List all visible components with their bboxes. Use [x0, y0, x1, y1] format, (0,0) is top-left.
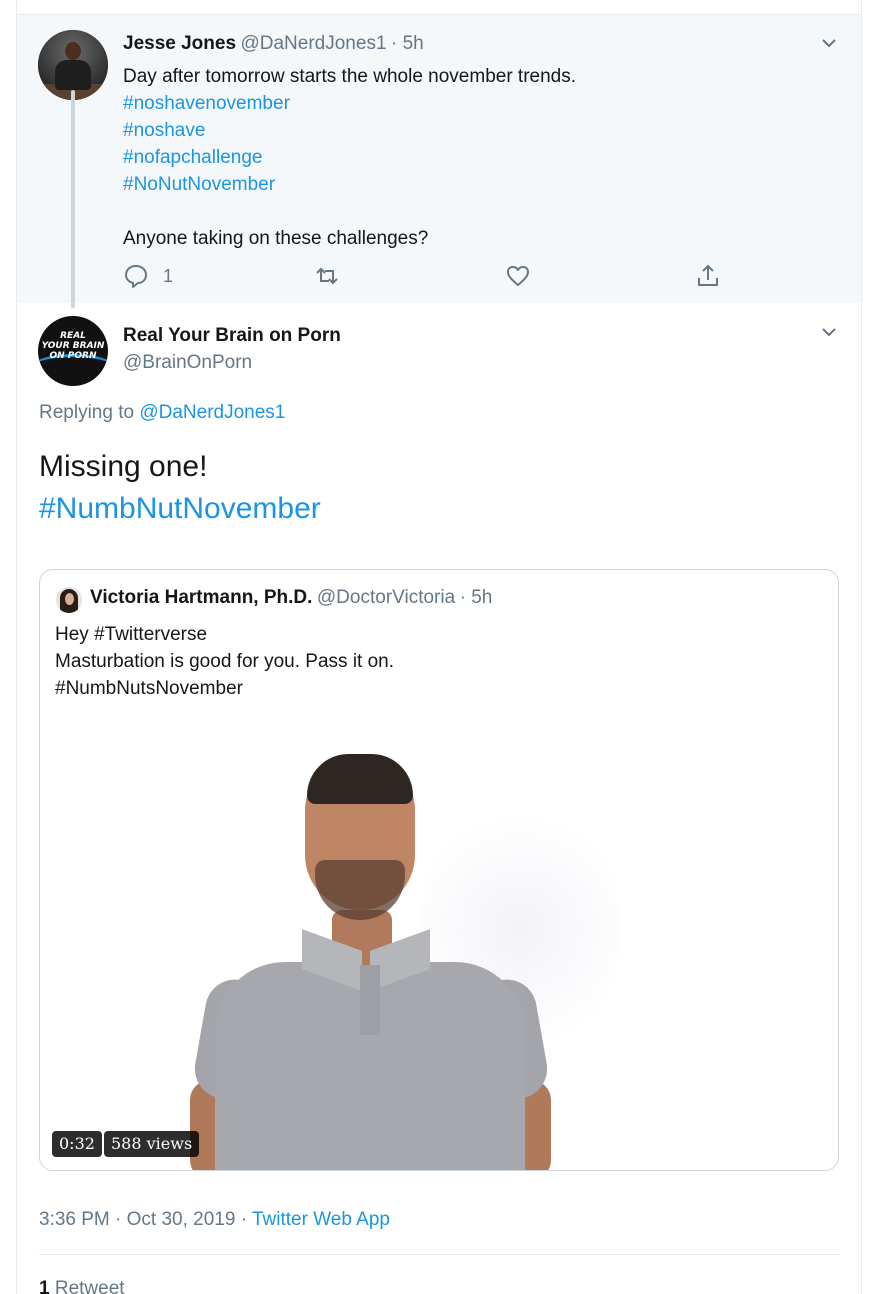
hashtag-link[interactable]: #noshavenovember: [123, 90, 576, 117]
tweet-time[interactable]: · 5h: [391, 33, 424, 54]
video-duration: 0:32: [52, 1131, 102, 1157]
tweet-text-line: Masturbation is good for you. Pass it on…: [55, 651, 395, 672]
video-player[interactable]: 0:32 588 views: [40, 710, 838, 1170]
like-icon: [505, 263, 531, 289]
thread-line: [71, 90, 75, 308]
retweet-label: Retweet: [54, 1278, 125, 1294]
timestamp-text[interactable]: 3:36 PM · Oct 30, 2019 ·: [39, 1209, 252, 1230]
reply-count: 1: [163, 265, 174, 286]
tweet-text-line: [123, 198, 576, 225]
reply-button[interactable]: 1: [123, 263, 173, 289]
quoted-tweet[interactable]: Victoria Hartmann, Ph.D. @DoctorVictoria…: [39, 569, 839, 1171]
tweet-detail-column: Jesse Jones @DaNerdJones1 · 5h Day after…: [16, 0, 862, 1294]
like-button[interactable]: [505, 263, 531, 289]
retweet-icon: [313, 263, 341, 289]
tweet-text-line: Anyone taking on these challenges?: [123, 228, 429, 249]
video-views: 588 views: [104, 1131, 200, 1157]
tweet-body: Day after tomorrow starts the whole nove…: [123, 63, 576, 252]
replying-to: Replying to @DaNerdJones1: [39, 402, 285, 424]
tweet-body: Missing one! #NumbNutNovember: [39, 446, 321, 530]
divider: [39, 1254, 839, 1255]
tweet-timestamp: 3:36 PM · Oct 30, 2019 · Twitter Web App: [39, 1209, 390, 1231]
replying-to-link[interactable]: @DaNerdJones1: [139, 402, 285, 423]
author-name: Victoria Hartmann, Ph.D.: [90, 587, 313, 608]
tweet-text-line: Missing one!: [39, 450, 208, 483]
avatar[interactable]: REAL YOUR BRAIN ON PORN: [38, 316, 108, 386]
author-handle[interactable]: @DaNerdJones1: [240, 33, 386, 54]
author-handle-row: @BrainOnPorn: [123, 352, 252, 374]
chevron-down-icon[interactable]: [819, 33, 839, 53]
tweet-body: Hey #Twitterverse Masturbation is good f…: [55, 621, 394, 702]
hashtag-link[interactable]: #nofapchallenge: [123, 144, 576, 171]
parent-tweet[interactable]: Jesse Jones @DaNerdJones1 · 5h Day after…: [17, 14, 861, 303]
author-name-row: Real Your Brain on Porn: [123, 325, 341, 347]
tweet-time: · 5h: [459, 587, 493, 608]
retweet-count: 1: [39, 1278, 50, 1294]
author-name[interactable]: Real Your Brain on Porn: [123, 325, 341, 346]
reply-icon: [123, 263, 149, 289]
avatar: [56, 587, 82, 613]
tweet-text-line: #NumbNutsNovember: [55, 678, 243, 699]
retweet-button[interactable]: [313, 263, 341, 289]
avatar-logo-text: REAL YOUR BRAIN ON PORN: [41, 331, 105, 361]
author-name[interactable]: Jesse Jones: [123, 33, 236, 54]
tweet-actions: 1: [123, 263, 743, 289]
hashtag-link[interactable]: #NoNutNovember: [123, 171, 576, 198]
tweet-text-line: Hey #Twitterverse: [55, 624, 208, 645]
tweet-header: Jesse Jones @DaNerdJones1 · 5h: [123, 33, 424, 55]
hashtag-link[interactable]: #NumbNutNovember: [39, 488, 321, 530]
retweet-stats[interactable]: 1 Retweet: [39, 1278, 125, 1294]
share-button[interactable]: [695, 263, 721, 289]
tweet-header: Victoria Hartmann, Ph.D. @DoctorVictoria…: [90, 587, 492, 609]
hashtag-link[interactable]: #noshave: [123, 117, 576, 144]
replying-to-label: Replying to: [39, 402, 135, 423]
author-handle[interactable]: @BrainOnPorn: [123, 352, 252, 373]
author-handle: @DoctorVictoria: [316, 587, 456, 608]
chevron-down-icon[interactable]: [819, 322, 839, 342]
source-link[interactable]: Twitter Web App: [252, 1209, 390, 1230]
share-icon: [695, 263, 721, 289]
tweet-text-line: Day after tomorrow starts the whole nove…: [123, 66, 577, 87]
